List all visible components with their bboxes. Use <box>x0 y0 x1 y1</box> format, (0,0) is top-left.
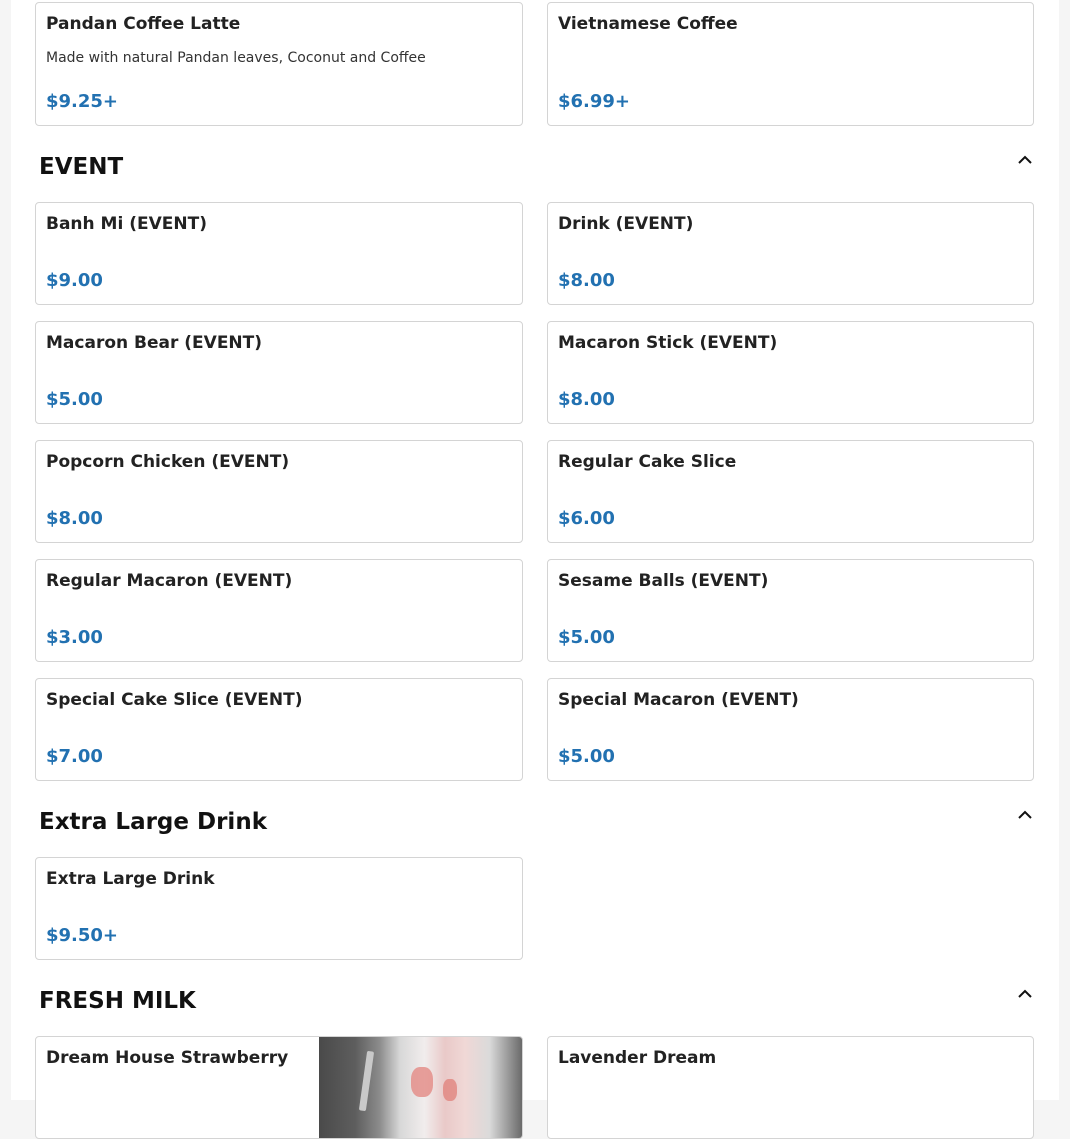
item-price: $7.00 <box>46 746 103 767</box>
menu-item-card[interactable]: Macaron Bear (EVENT) $5.00 <box>35 321 523 424</box>
item-price: $9.25+ <box>46 91 119 112</box>
item-name: Special Cake Slice (EVENT) <box>46 690 303 710</box>
menu-item-card[interactable]: Dream House Strawberry <box>35 1036 523 1139</box>
menu-item-card[interactable]: Popcorn Chicken (EVENT) $8.00 <box>35 440 523 543</box>
item-name: Regular Cake Slice <box>558 452 737 472</box>
item-price: $9.50+ <box>46 925 119 946</box>
menu-item-card[interactable]: Special Cake Slice (EVENT) $7.00 <box>35 678 523 781</box>
item-name: Macaron Bear (EVENT) <box>46 333 263 353</box>
straw-shape <box>358 1050 375 1112</box>
item-name: Pandan Coffee Latte <box>46 14 241 34</box>
item-price: $5.00 <box>46 389 103 410</box>
chevron-up-icon[interactable] <box>1016 806 1034 824</box>
item-price: $5.00 <box>558 746 615 767</box>
item-name: Banh Mi (EVENT) <box>46 214 207 234</box>
menu-item-card[interactable]: Vietnamese Coffee $6.99+ <box>547 2 1034 126</box>
menu-item-card[interactable]: Extra Large Drink $9.50+ <box>35 857 523 960</box>
menu-item-card[interactable]: Pandan Coffee Latte Made with natural Pa… <box>35 2 523 126</box>
item-price: $6.00 <box>558 508 615 529</box>
item-name: Popcorn Chicken (EVENT) <box>46 452 290 472</box>
item-price: $8.00 <box>46 508 103 529</box>
item-name: Lavender Dream <box>558 1048 717 1068</box>
item-name: Sesame Balls (EVENT) <box>558 571 769 591</box>
item-name: Macaron Stick (EVENT) <box>558 333 778 353</box>
chevron-up-icon[interactable] <box>1016 985 1034 1003</box>
item-price: $9.00 <box>46 270 103 291</box>
menu-item-card[interactable]: Banh Mi (EVENT) $9.00 <box>35 202 523 305</box>
menu-item-card[interactable]: Sesame Balls (EVENT) $5.00 <box>547 559 1034 662</box>
item-price: $6.99+ <box>558 91 631 112</box>
item-price: $3.00 <box>46 627 103 648</box>
menu-item-card[interactable]: Regular Macaron (EVENT) $3.00 <box>35 559 523 662</box>
menu-item-card[interactable]: Drink (EVENT) $8.00 <box>547 202 1034 305</box>
item-photo <box>319 1037 522 1138</box>
item-price: $8.00 <box>558 270 615 291</box>
chevron-up-icon[interactable] <box>1016 151 1034 169</box>
item-name: Extra Large Drink <box>46 869 215 889</box>
item-price: $8.00 <box>558 389 615 410</box>
menu-page: Pandan Coffee Latte Made with natural Pa… <box>11 0 1059 1139</box>
menu-item-card[interactable]: Regular Cake Slice $6.00 <box>547 440 1034 543</box>
strawberry-swirl <box>443 1079 457 1101</box>
item-name: Regular Macaron (EVENT) <box>46 571 293 591</box>
item-name: Special Macaron (EVENT) <box>558 690 799 710</box>
item-name: Vietnamese Coffee <box>558 14 738 34</box>
item-price: $5.00 <box>558 627 615 648</box>
section-title-fresh-milk: FRESH MILK <box>39 988 196 1014</box>
item-name: Drink (EVENT) <box>558 214 694 234</box>
menu-item-card[interactable]: Lavender Dream <box>547 1036 1034 1139</box>
item-name: Dream House Strawberry <box>46 1048 289 1068</box>
item-description: Made with natural Pandan leaves, Coconut… <box>46 50 426 66</box>
menu-item-card[interactable]: Macaron Stick (EVENT) $8.00 <box>547 321 1034 424</box>
menu-item-card[interactable]: Special Macaron (EVENT) $5.00 <box>547 678 1034 781</box>
strawberry-swirl <box>411 1067 433 1097</box>
section-title-extra-large-drink: Extra Large Drink <box>39 809 267 835</box>
section-title-event: EVENT <box>39 154 124 180</box>
